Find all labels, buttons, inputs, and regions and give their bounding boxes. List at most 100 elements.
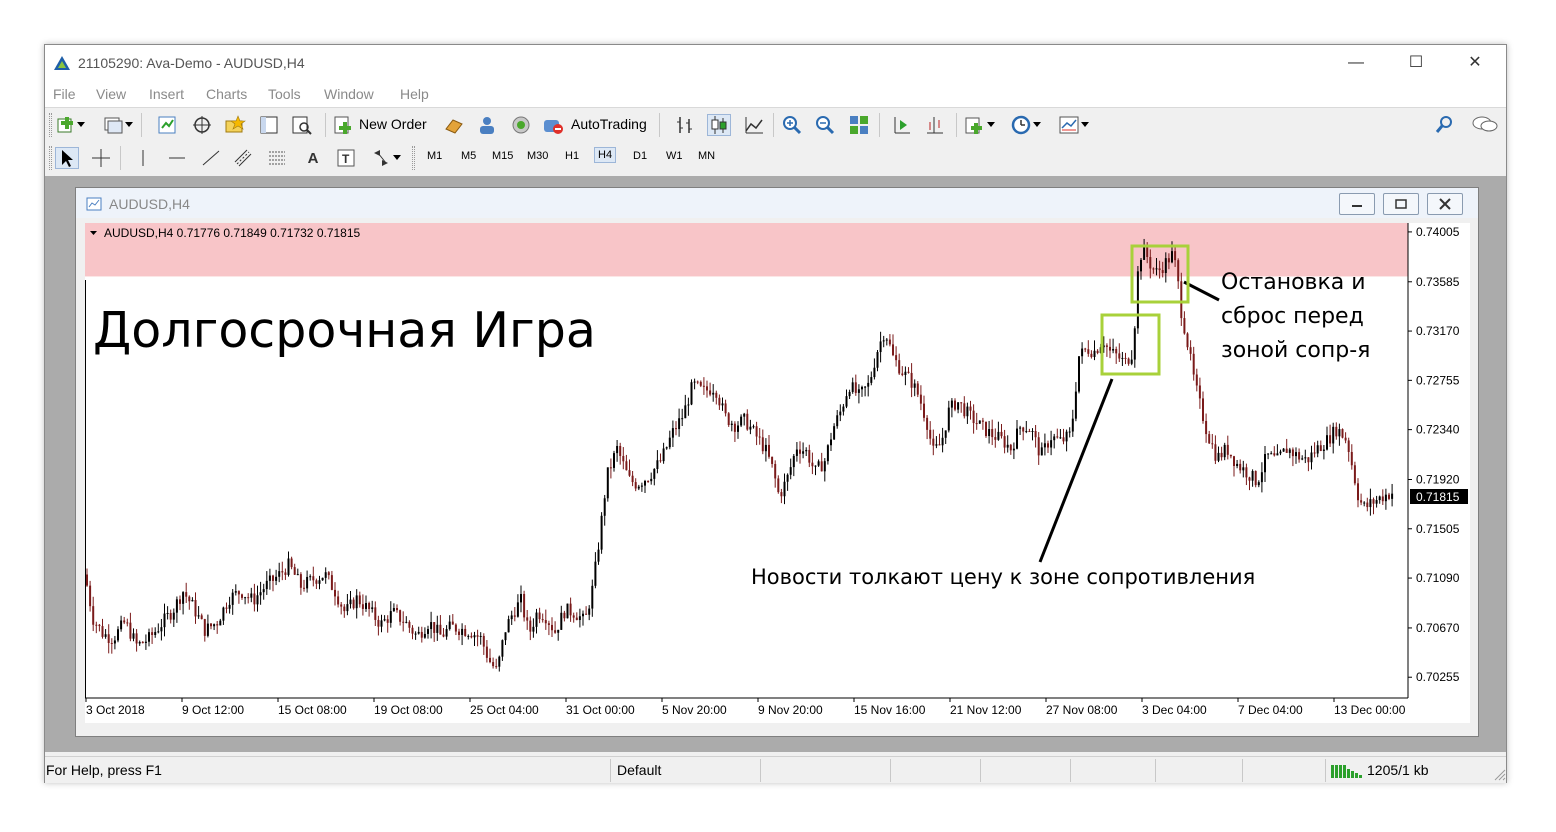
menu-help[interactable]: Help [400,86,429,102]
autotrading-icon[interactable] [541,114,565,136]
zoom-out-icon[interactable] [813,114,837,136]
candle-body [826,445,829,462]
arrows-dropdown-icon[interactable] [391,147,403,169]
candle-body [334,589,336,597]
chart-restore-button[interactable] [1383,193,1419,215]
fibonacci-icon[interactable] [265,147,289,169]
menu-insert[interactable]: Insert [149,86,184,102]
candle-body [575,617,578,621]
terminal-icon[interactable] [257,114,281,136]
candle-body [665,447,668,449]
chat-icon[interactable] [1470,114,1500,136]
signals-icon[interactable] [475,114,499,136]
price-chart[interactable]: 0.74005 0.73585 0.73170 0.72755 0.72340 0.719… [85,223,1470,723]
autoscroll-icon[interactable] [890,114,914,136]
new-chart-dropdown-icon[interactable] [75,114,87,136]
indicators-dropdown-icon[interactable] [985,114,997,136]
navigator-icon[interactable] [223,114,247,136]
horizontal-line-icon[interactable] [165,147,189,169]
candle-body [340,604,343,607]
candle-body [1347,440,1350,452]
chart-window-titlebar[interactable]: AUDUSD,H4 [76,188,1478,218]
timeframe-m1[interactable]: M1 [427,150,442,162]
text-tool-icon[interactable]: A [301,147,325,169]
candle-body [563,612,566,619]
templates-icon[interactable] [1057,114,1081,136]
search-icon[interactable] [1433,114,1457,136]
data-window-icon[interactable] [190,114,214,136]
trendline-icon[interactable] [199,147,223,169]
maximize-button[interactable]: ☐ [1387,45,1445,81]
timeframe-mn[interactable]: MN [698,150,715,162]
bar-chart-icon[interactable] [673,114,697,136]
candlestick-chart-icon[interactable] [707,114,731,136]
resize-grip-icon[interactable] [1492,767,1506,786]
timeframe-m15[interactable]: M15 [492,150,513,162]
candle-body [284,572,287,575]
candle-body [448,621,451,630]
menu-window[interactable]: Window [324,86,374,102]
timeframe-h1[interactable]: H1 [565,150,579,162]
stop-note-line-2: сброс перед [1221,304,1364,329]
timeframe-m30[interactable]: M30 [527,150,548,162]
timeframe-h4[interactable]: H4 [594,147,617,163]
profiles-icon[interactable] [101,114,125,136]
line-chart-icon[interactable] [742,114,766,136]
menu-file[interactable]: File [53,86,76,102]
autotrading-button[interactable]: AutoTrading [571,116,647,132]
y-tick-label: 0.72340 [1416,423,1460,437]
candle-body [303,587,305,589]
chart-shift-icon[interactable] [923,114,947,136]
minimize-button[interactable]: — [1327,45,1385,81]
new-order-button[interactable]: New Order [359,116,427,132]
market-icon[interactable] [509,114,533,136]
candle-body [591,585,594,609]
connection-status-icon [1331,763,1363,784]
candle-body [445,629,448,637]
strategy-tester-icon[interactable] [290,114,314,136]
candle-body [241,594,243,598]
candle-body [141,641,144,644]
candle-body [733,423,736,432]
new-order-icon[interactable] [332,114,356,136]
chart-minimize-button[interactable] [1339,193,1375,215]
crosshair-icon[interactable] [89,147,113,169]
candle-body [572,615,575,618]
arrows-icon[interactable] [369,147,393,169]
timeframe-w1[interactable]: W1 [666,150,683,162]
timeframe-d1[interactable]: D1 [633,150,647,162]
zoom-in-icon[interactable] [780,114,804,136]
toolbar-grip[interactable] [412,146,415,170]
profiles-dropdown-icon[interactable] [123,114,135,136]
candle-body [1118,353,1121,359]
vertical-line-icon[interactable] [131,147,155,169]
cursor-icon[interactable] [55,147,79,169]
candle-body [721,403,724,406]
tile-windows-icon[interactable] [847,114,871,136]
chart-close-button[interactable] [1427,193,1463,215]
equidistant-channel-icon[interactable] [232,147,256,169]
metaeditor-icon[interactable] [442,114,466,136]
toolbar-grip[interactable] [49,146,52,170]
periods-icon[interactable] [1009,114,1033,136]
candle-body [737,425,739,432]
close-button[interactable]: ✕ [1446,45,1504,81]
candle-body [743,413,746,417]
text-label-icon[interactable]: T [334,147,358,169]
indicators-icon[interactable] [963,114,987,136]
candle-body [777,478,780,493]
chart-canvas[interactable]: 0.74005 0.73585 0.73170 0.72755 0.72340 0.719… [85,223,1470,723]
menu-view[interactable]: View [96,86,126,102]
candle-body [163,613,166,628]
market-watch-icon[interactable] [155,114,179,136]
periods-dropdown-icon[interactable] [1031,114,1043,136]
svg-text:T: T [342,152,350,166]
templates-dropdown-icon[interactable] [1079,114,1091,136]
toolbar-grip[interactable] [49,113,52,137]
candle-body [107,634,110,643]
timeframe-m5[interactable]: M5 [461,150,476,162]
menu-charts[interactable]: Charts [206,86,247,102]
candle-body [290,558,293,568]
menu-tools[interactable]: Tools [268,86,301,102]
candle-body [730,423,733,426]
